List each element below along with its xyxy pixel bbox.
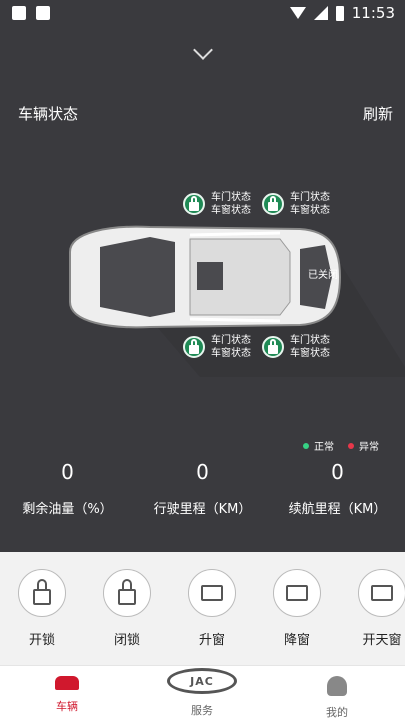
fuel-stat: 0 剩余油量（%） [0,457,135,517]
unlock-label: 开锁 [28,633,55,648]
person-icon [327,676,347,696]
lock-button[interactable]: 闭锁 [97,569,157,648]
signal-icon [313,6,328,20]
jac-logo-icon: JAC [167,668,237,694]
window-up-button[interactable]: 升窗 [182,569,242,648]
unlock-button[interactable]: 开锁 [12,569,72,648]
unlock-icon [33,579,51,605]
window-down-icon [286,585,308,601]
mileage-value: 0 [196,460,209,484]
battery-icon [335,5,344,21]
bottom-tab-bar: 车辆 JAC 服务 我的 [0,665,405,720]
tab-me-label: 我的 [326,706,348,719]
legend-abnormal: 异常 [348,438,379,453]
window-up-icon [201,585,223,601]
rear-right-door-status: 车门状态 车窗状态 [262,334,330,360]
panel-title: 车辆状态 [18,105,79,123]
door-status-label: 车门状态 [211,192,251,203]
fuel-label: 剩余油量（%） [22,502,113,517]
vehicle-status-panel: 车辆状态 刷新 车门状态 车窗状态 车门状态 车窗状态 车门状态 车窗状态 车门… [0,27,405,552]
abnormal-dot-icon [348,442,354,449]
front-left-door-status: 车门状态 车窗状态 [183,191,251,217]
status-legend: 正常 异常 [303,438,379,453]
tab-service-label: 服务 [191,704,213,717]
legend-normal: 正常 [303,438,334,453]
window-status-label: 车窗状态 [211,205,251,216]
normal-dot-icon [303,442,309,449]
gallery-notification-icon [12,6,26,20]
door-status-label: 车门状态 [290,335,330,346]
window-status-label: 车窗状态 [211,348,251,359]
range-stat: 0 续航里程（KM） [270,457,405,517]
sunroof-icon [371,585,393,601]
lock-status-icon [262,336,284,358]
door-status-label: 车门状态 [211,335,251,346]
front-right-door-status: 车门状态 车窗状态 [183,334,251,360]
fuel-value: 0 [61,460,74,484]
window-status-label: 车窗状态 [290,348,330,359]
window-down-button[interactable]: 降窗 [267,569,327,648]
status-time: 11:53 [351,4,395,22]
car-icon [55,676,79,690]
collapse-chevron-icon[interactable] [193,40,213,60]
text-notification-icon [36,6,50,20]
range-value: 0 [331,460,344,484]
vehicle-stats: 0 剩余油量（%） 0 行驶里程（KM） 0 续航里程（KM） [0,457,405,517]
trunk-status-label: 已关闭 [308,270,338,281]
rear-left-door-status: 车门状态 车窗状态 [262,191,330,217]
door-status-label: 车门状态 [290,192,330,203]
status-bar: 11:53 [0,0,405,27]
sunroof-label: 开天窗 [362,633,402,648]
mileage-label: 行驶里程（KM） [153,502,252,517]
remote-control-actions: 开锁 闭锁 升窗 降窗 开天窗 [0,552,405,665]
tab-vehicle[interactable]: 车辆 [32,676,102,714]
lock-status-icon [183,336,205,358]
sunroof-button[interactable]: 开天窗 [352,569,405,648]
tab-vehicle-label: 车辆 [56,700,78,713]
lock-status-icon [183,193,205,215]
window-up-label: 升窗 [198,633,225,648]
refresh-button[interactable]: 刷新 [363,103,393,124]
tab-me[interactable]: 我的 [302,676,372,720]
window-down-label: 降窗 [283,633,310,648]
lock-label: 闭锁 [113,633,140,648]
tab-service[interactable]: JAC 服务 [167,668,237,718]
wifi-icon [289,7,306,19]
lock-status-icon [262,193,284,215]
mileage-stat: 0 行驶里程（KM） [135,457,270,517]
range-label: 续航里程（KM） [288,502,387,517]
window-status-label: 车窗状态 [290,205,330,216]
lock-icon [118,579,136,605]
